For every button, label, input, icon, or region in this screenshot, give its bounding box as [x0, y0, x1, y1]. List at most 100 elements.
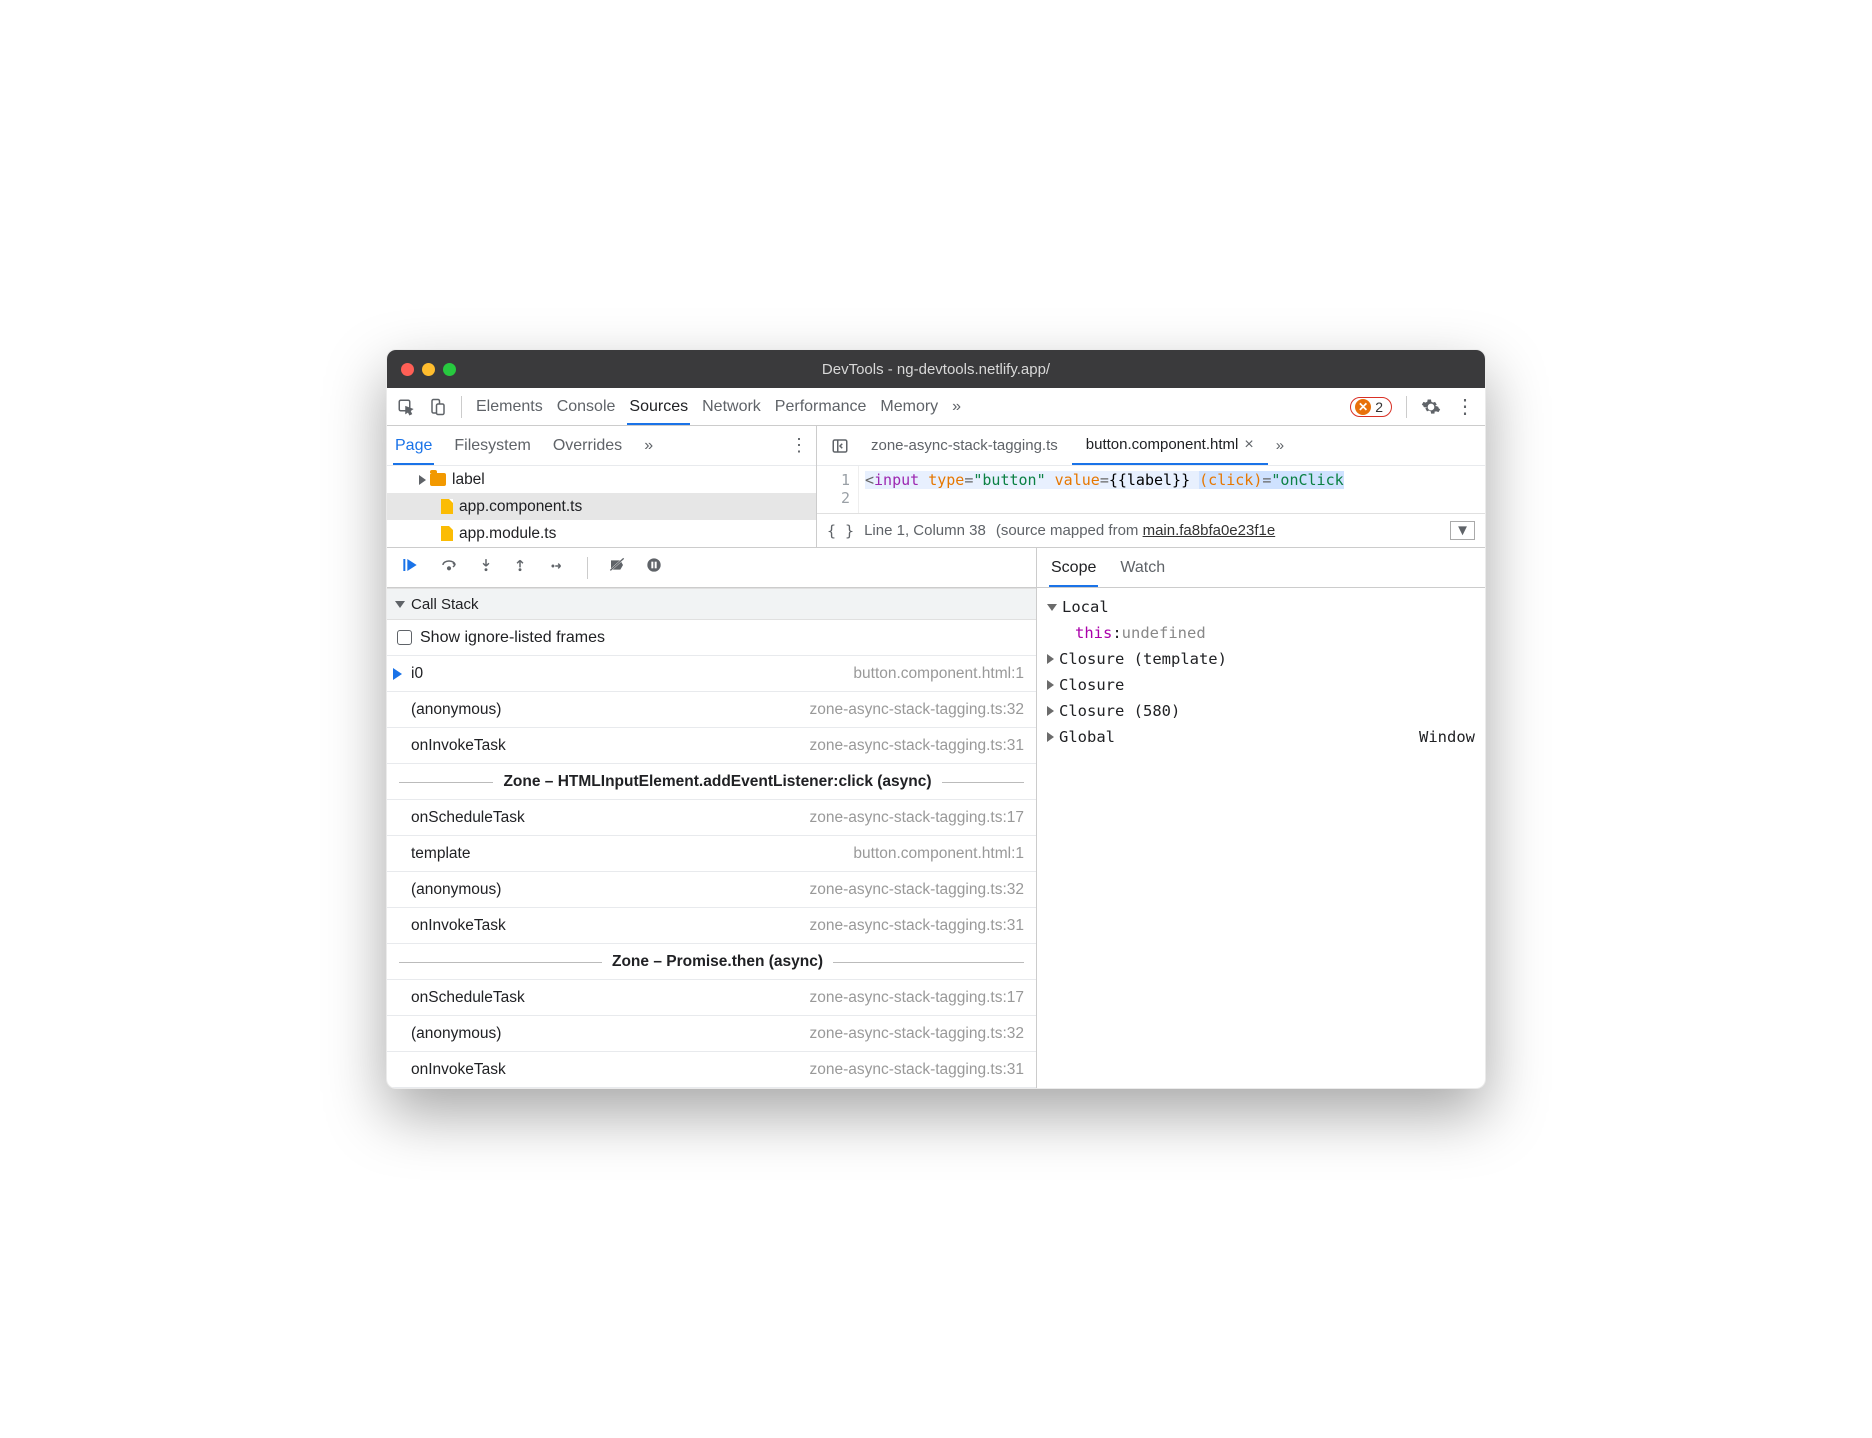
chevron-right-icon: [1047, 706, 1054, 716]
stack-frame[interactable]: onInvokeTaskzone-async-stack-tagging.ts:…: [387, 728, 1036, 764]
main-toolbar: Elements Console Sources Network Perform…: [387, 388, 1485, 426]
nav-tab-filesystem[interactable]: Filesystem: [454, 437, 530, 455]
file-row[interactable]: app.module.ts: [387, 520, 816, 547]
scope-closure[interactable]: Closure: [1047, 672, 1475, 698]
navigator-pane: Page Filesystem Overrides » ⋮ label app.c…: [387, 426, 817, 547]
code-content[interactable]: <input type="button" value={{label}} (cl…: [859, 466, 1485, 513]
debugger-left: Call Stack Show ignore-listed frames i0b…: [387, 548, 1037, 1088]
debugger-right: Scope Watch Local this: undefined Closur…: [1037, 548, 1485, 1088]
stack-frame[interactable]: onInvokeTaskzone-async-stack-tagging.ts:…: [387, 908, 1036, 944]
tab-elements[interactable]: Elements: [476, 398, 543, 416]
file-row[interactable]: app.component.ts: [387, 493, 816, 520]
checkbox-icon[interactable]: [397, 630, 412, 645]
step-out-icon[interactable]: [513, 556, 527, 579]
navigator-tabs: Page Filesystem Overrides » ⋮: [387, 426, 816, 466]
callstack-header[interactable]: Call Stack: [387, 588, 1036, 620]
stack-frame[interactable]: onScheduleTaskzone-async-stack-tagging.t…: [387, 980, 1036, 1016]
debugger-pane: Call Stack Show ignore-listed frames i0b…: [387, 548, 1485, 1088]
editor-pane: zone-async-stack-tagging.ts button.compo…: [817, 426, 1485, 547]
error-count: 2: [1375, 399, 1383, 415]
gear-icon[interactable]: [1421, 397, 1441, 417]
step-over-icon[interactable]: [439, 557, 459, 578]
source-map-info: (source mapped from main.fa8bfa0e23f1e: [996, 522, 1275, 539]
titlebar: DevTools - ng-devtools.netlify.app/: [387, 350, 1485, 388]
line-number: 2: [817, 489, 850, 507]
stack-frame[interactable]: onScheduleTaskzone-async-stack-tagging.t…: [387, 800, 1036, 836]
dropdown-icon[interactable]: ▼: [1450, 521, 1475, 540]
gutter: 1 2: [817, 466, 859, 513]
folder-row[interactable]: label: [387, 466, 816, 493]
chevron-right-icon: [419, 475, 426, 485]
chevron-right-icon: [1047, 732, 1054, 742]
editor-status-bar: { } Line 1, Column 38 (source mapped fro…: [817, 513, 1485, 547]
resume-icon[interactable]: [401, 557, 419, 578]
nav-tab-page[interactable]: Page: [395, 437, 432, 455]
kebab-icon[interactable]: ⋮: [1455, 394, 1475, 419]
tab-watch[interactable]: Watch: [1120, 559, 1165, 577]
stack-frame[interactable]: (anonymous)zone-async-stack-tagging.ts:3…: [387, 872, 1036, 908]
async-boundary: Zone – HTMLInputElement.addEventListener…: [387, 764, 1036, 800]
editor-tab-zone[interactable]: zone-async-stack-tagging.ts: [857, 426, 1072, 465]
file-label: label: [452, 471, 485, 489]
device-toggle-icon[interactable]: [429, 398, 447, 416]
pretty-print-icon[interactable]: { }: [827, 522, 854, 540]
separator: [1406, 396, 1407, 418]
tabs-overflow[interactable]: »: [952, 398, 961, 416]
step-icon[interactable]: [547, 558, 567, 578]
window-title: DevTools - ng-devtools.netlify.app/: [387, 361, 1485, 378]
scope-global-value: Window: [1419, 728, 1475, 746]
inspect-icon[interactable]: [397, 398, 415, 416]
tab-network[interactable]: Network: [702, 398, 761, 416]
callstack-frames: i0button.component.html:1(anonymous)zone…: [387, 656, 1036, 1088]
stack-frame[interactable]: (anonymous)zone-async-stack-tagging.ts:3…: [387, 692, 1036, 728]
chevron-down-icon: [395, 601, 405, 608]
tab-sources[interactable]: Sources: [629, 398, 688, 416]
folder-icon: [430, 473, 446, 486]
tab-memory[interactable]: Memory: [880, 398, 938, 416]
file-icon: [441, 526, 453, 541]
show-ignored-checkbox-row[interactable]: Show ignore-listed frames: [387, 620, 1036, 656]
debugger-toolbar: [387, 548, 1036, 588]
stack-frame[interactable]: i0button.component.html:1: [387, 656, 1036, 692]
stack-frame[interactable]: onInvokeTaskzone-async-stack-tagging.ts:…: [387, 1052, 1036, 1088]
kebab-icon[interactable]: ⋮: [790, 435, 808, 456]
nav-tab-overrides[interactable]: Overrides: [553, 437, 622, 455]
tab-console[interactable]: Console: [557, 398, 616, 416]
tab-scope[interactable]: Scope: [1051, 559, 1096, 577]
editor-tab-button[interactable]: button.component.html ×: [1072, 426, 1268, 465]
sidebar-toggle-icon[interactable]: [823, 437, 857, 455]
editor-tabs: zone-async-stack-tagging.ts button.compo…: [817, 426, 1485, 466]
separator: [461, 396, 462, 418]
stack-frame[interactable]: (anonymous)zone-async-stack-tagging.ts:3…: [387, 1016, 1036, 1052]
stack-frame[interactable]: templatebutton.component.html:1: [387, 836, 1036, 872]
scope-body: Local this: undefined Closure (template)…: [1037, 588, 1485, 756]
chevron-right-icon: [1047, 680, 1054, 690]
file-label: app.component.ts: [459, 498, 582, 516]
separator: [587, 557, 588, 579]
deactivate-breakpoints-icon[interactable]: [608, 557, 626, 578]
nav-tabs-overflow[interactable]: »: [644, 437, 653, 455]
step-into-icon[interactable]: [479, 556, 493, 579]
error-badge[interactable]: ✕ 2: [1350, 397, 1392, 417]
file-label: app.module.ts: [459, 525, 556, 543]
async-boundary: Zone – Promise.then (async): [387, 944, 1036, 980]
file-icon: [441, 499, 453, 514]
source-map-link[interactable]: main.fa8bfa0e23f1e: [1143, 522, 1276, 539]
editor-tabs-overflow[interactable]: »: [1268, 426, 1292, 465]
scope-local[interactable]: Local: [1047, 594, 1475, 620]
devtools-window: DevTools - ng-devtools.netlify.app/ Elem…: [386, 349, 1486, 1089]
pause-exceptions-icon[interactable]: [646, 557, 662, 578]
code-editor[interactable]: 1 2 <input type="button" value={{label}}…: [817, 466, 1485, 513]
scope-watch-tabs: Scope Watch: [1037, 548, 1485, 588]
chevron-down-icon: [1047, 604, 1057, 611]
chevron-right-icon: [1047, 654, 1054, 664]
cursor-position: Line 1, Column 38: [864, 522, 986, 539]
tab-performance[interactable]: Performance: [775, 398, 867, 416]
file-tree[interactable]: labelapp.component.tsapp.module.tsenviro…: [387, 466, 816, 547]
line-number: 1: [817, 471, 850, 489]
scope-closure-580[interactable]: Closure (580): [1047, 698, 1475, 724]
close-tab-icon[interactable]: ×: [1244, 436, 1253, 454]
scope-closure-template[interactable]: Closure (template): [1047, 646, 1475, 672]
scope-this[interactable]: this: undefined: [1047, 620, 1475, 646]
scope-global[interactable]: Global Window: [1047, 724, 1475, 750]
